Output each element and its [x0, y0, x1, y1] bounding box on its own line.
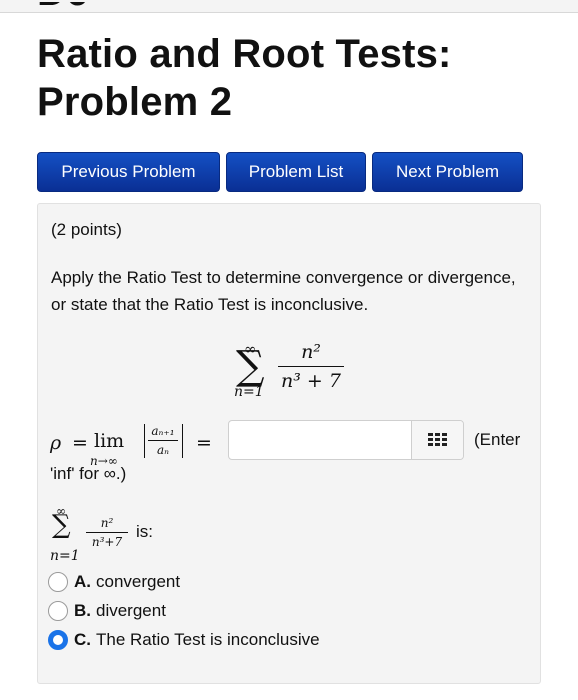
question-fraction: n² n³+7 [86, 516, 128, 549]
question-numerator: n² [100, 516, 114, 530]
page-title: Ratio and Root Tests: Problem 2 [37, 32, 452, 124]
problem-list-button[interactable]: Problem List [226, 152, 366, 192]
question-denominator: n³+7 [91, 535, 123, 549]
ratio-numerator: aₙ₊₁ [151, 424, 175, 438]
grid-icon[interactable] [411, 421, 463, 459]
equals-sign: = [72, 432, 88, 454]
question-series: ∞ ∑ n=1 n² n³+7 is: [50, 504, 180, 568]
question-sum-lower: n=1 [50, 548, 80, 564]
next-problem-button[interactable]: Next Problem [372, 152, 523, 192]
rho-answer-line: ρ = lim n→∞ aₙ₊₁ aₙ = (Enter [50, 420, 530, 468]
ratio-denominator: aₙ [156, 443, 170, 457]
option-c-letter: C. [74, 629, 91, 649]
question-label: is: [136, 522, 153, 541]
cut-off-title: D6 [37, 2, 97, 14]
option-a-letter: A. [74, 571, 91, 591]
option-b[interactable]: B. divergent [48, 596, 320, 625]
question-sigma-symbol: ∑ [52, 510, 71, 540]
option-a[interactable]: A. convergent [48, 567, 320, 596]
problem-panel: (2 points) Apply the Ratio Test to deter… [37, 203, 541, 684]
radio-button-a[interactable] [48, 571, 68, 592]
problem-navigation: Previous Problem Problem List Next Probl… [37, 152, 523, 192]
radio-button-b[interactable] [48, 600, 68, 621]
series-numerator: n² [301, 341, 321, 363]
problem-prompt: Apply the Ratio Test to determine conver… [51, 268, 516, 314]
series-display: ∞ ∑ n=1 n² n³ + 7 [234, 340, 344, 406]
rho-symbol: ρ [50, 432, 62, 454]
enter-hint-continued: 'inf' for ∞.) [50, 464, 127, 483]
answer-options: A. convergent B. divergent C. The Ratio … [48, 567, 320, 654]
points-label: (2 points) [51, 220, 122, 239]
option-c[interactable]: C. The Ratio Test is inconclusive [48, 625, 320, 654]
limit-operator: lim [94, 430, 125, 452]
ratio-absolute-value: aₙ₊₁ aₙ [144, 422, 184, 462]
series-denominator: n³ + 7 [281, 370, 341, 392]
previous-problem-button[interactable]: Previous Problem [37, 152, 220, 192]
sum-lower-limit: n=1 [234, 384, 264, 400]
equals-sign-2: = [196, 432, 212, 454]
sigma-symbol: ∑ [236, 343, 265, 389]
radio-button-c-selected[interactable] [48, 629, 68, 650]
enter-hint: (Enter [474, 430, 521, 449]
option-c-text: The Ratio Test is inconclusive [96, 629, 320, 649]
rho-answer-box [228, 420, 464, 460]
option-a-text: convergent [96, 571, 181, 591]
rho-answer-input[interactable] [229, 421, 409, 459]
option-b-letter: B. [74, 600, 91, 620]
series-fraction: n² n³ + 7 [278, 340, 344, 393]
option-b-text: divergent [96, 600, 166, 620]
